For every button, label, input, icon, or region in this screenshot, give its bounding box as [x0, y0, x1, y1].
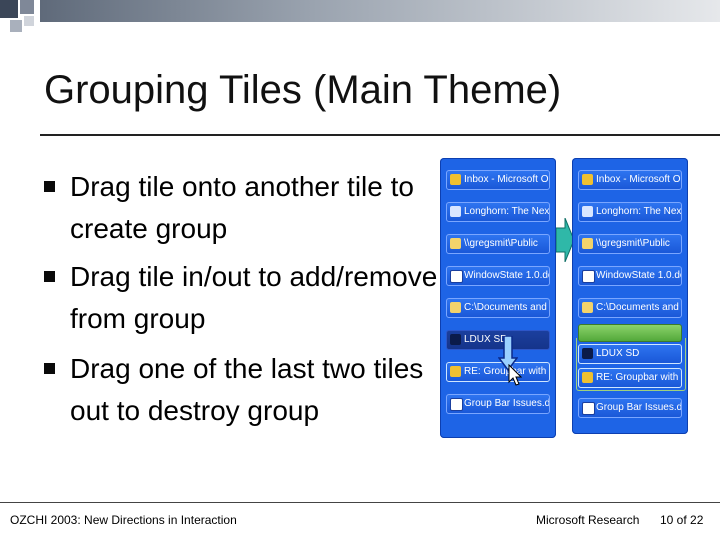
mouse-cursor-icon — [508, 364, 522, 386]
outlook-icon — [450, 174, 461, 185]
bullet-text: Drag tile onto another tile to create gr… — [70, 171, 414, 244]
slide-title: Grouping Tiles (Main Theme) — [44, 68, 562, 112]
decor-square — [20, 0, 34, 14]
outlook-icon — [582, 372, 593, 383]
header-gradient-bar — [40, 0, 720, 22]
bullet-marker-icon — [44, 363, 55, 374]
taskbar-pane-after: Inbox - Microsoft Out… Longhorn: The Nex… — [572, 158, 688, 434]
bullet-text: Drag one of the last two tiles out to de… — [70, 353, 424, 426]
footer-conference: OZCHI 2003: New Directions in Interactio… — [10, 513, 237, 527]
doc-dark-icon — [582, 348, 593, 359]
taskbar-tile[interactable]: WindowState 1.0.do… — [578, 266, 682, 286]
document-icon — [582, 206, 593, 217]
folder-icon — [582, 238, 593, 249]
document-icon — [450, 206, 461, 217]
folder-icon — [582, 302, 593, 313]
outlook-icon — [582, 174, 593, 185]
outlook-icon — [450, 366, 461, 377]
title-divider — [40, 134, 720, 136]
slide: Grouping Tiles (Main Theme) Drag tile on… — [0, 0, 720, 540]
taskbar-tile[interactable]: Inbox - Microsoft Out… — [446, 170, 550, 190]
bullet-item: Drag tile onto another tile to create gr… — [44, 166, 444, 250]
taskbar-tile[interactable]: C:\Documents and S… — [578, 298, 682, 318]
decor-square — [24, 16, 34, 26]
decor-square — [10, 20, 22, 32]
taskbar-tile[interactable]: Group Bar Issues.do… — [578, 398, 682, 418]
taskbar-tile[interactable]: LDUX SD — [578, 344, 682, 364]
bullet-marker-icon — [44, 271, 55, 282]
word-icon — [582, 402, 595, 415]
bullet-text: Drag tile in/out to add/remove from grou… — [70, 261, 438, 334]
word-icon — [450, 398, 463, 411]
folder-icon — [450, 302, 461, 313]
bullet-item: Drag tile in/out to add/remove from grou… — [44, 256, 444, 340]
taskbar-tile[interactable]: RE: Groupbar with E… — [578, 368, 682, 388]
footer-organization: Microsoft Research — [536, 513, 640, 527]
folder-icon — [450, 238, 461, 249]
doc-dark-icon — [450, 334, 461, 345]
taskbar-tile[interactable]: Longhorn: The Next … — [578, 202, 682, 222]
taskbar-tile[interactable]: Group Bar Issues.do… — [446, 394, 550, 414]
taskbar-tile[interactable]: Longhorn: The Next … — [446, 202, 550, 222]
decor-square — [0, 0, 18, 18]
bullet-marker-icon — [44, 181, 55, 192]
word-icon — [450, 270, 463, 283]
taskbar-tile[interactable]: C:\Documents and S… — [446, 298, 550, 318]
taskbar-tile[interactable]: WindowState 1.0.do… — [446, 266, 550, 286]
footer-divider — [0, 502, 720, 503]
bullet-item: Drag one of the last two tiles out to de… — [44, 348, 444, 432]
taskbar-pane-before: Inbox - Microsoft Out… Longhorn: The Nex… — [440, 158, 556, 438]
taskbar-tile[interactable]: \\gregsmit\Public — [578, 234, 682, 254]
taskbar-tile[interactable]: \\gregsmit\Public — [446, 234, 550, 254]
footer-page-number: 10 of 22 — [660, 513, 704, 527]
word-icon — [582, 270, 595, 283]
taskbar-tile[interactable]: Inbox - Microsoft Out… — [578, 170, 682, 190]
